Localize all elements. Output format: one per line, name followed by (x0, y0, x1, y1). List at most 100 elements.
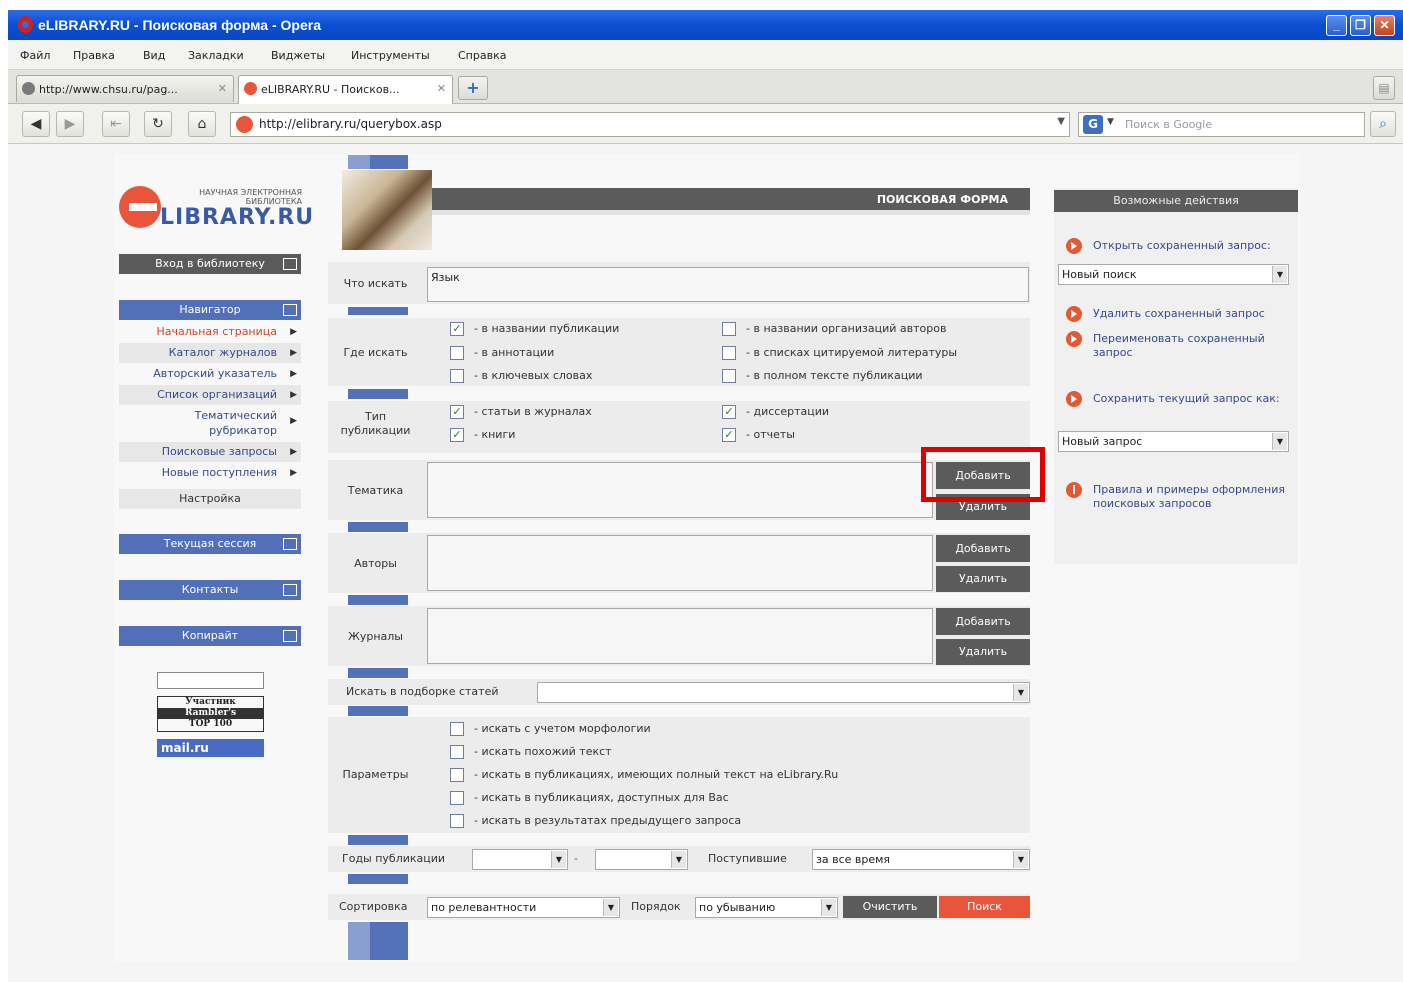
sidebar-item-settings[interactable]: Настройка (119, 489, 301, 509)
save-current-link[interactable]: Сохранить текущий запрос как: (1093, 392, 1283, 406)
address-bar[interactable]: http://elibrary.ru/querybox.asp ▼ (230, 112, 1070, 137)
rules-link[interactable]: Правила и примеры оформления поисковых з… (1093, 483, 1298, 511)
sidebar-item-rubricator[interactable]: Тематический рубрикатор ▶ (119, 406, 301, 440)
sidebar-item-queries[interactable]: Поисковые запросы ▶ (119, 442, 301, 462)
menu-view[interactable]: Вид (143, 49, 165, 62)
where-keywords-checkbox[interactable] (450, 369, 464, 383)
window-titlebar: eLIBRARY.RU - Поисковая форма - Opera _ … (8, 10, 1403, 40)
new-tab-button[interactable]: + (458, 76, 488, 100)
delete-saved-link[interactable]: Удалить сохраненный запрос (1093, 307, 1293, 321)
tab-chsu[interactable]: http://www.chsu.ru/pag... ✕ (16, 75, 234, 102)
session-header[interactable]: Текущая сессия (119, 534, 301, 554)
year-from-select[interactable]: ▼ (472, 849, 568, 870)
collection-select[interactable]: ▼ (537, 682, 1030, 703)
arrow-right-icon (1066, 391, 1082, 407)
collection-label: Искать в подборке статей (346, 685, 499, 698)
where-title-checkbox[interactable]: ✓ (450, 322, 464, 336)
info-icon (1066, 482, 1082, 498)
year-to-select[interactable]: ▼ (595, 849, 688, 870)
chevron-down-icon[interactable]: ▼ (1107, 117, 1114, 127)
logo-brand[interactable]: LIBRARY.RU (160, 205, 314, 230)
journals-list[interactable] (427, 608, 933, 664)
search-icon[interactable]: ⌕ (1370, 111, 1396, 137)
param-similar-checkbox[interactable] (450, 745, 464, 759)
sidebar-item-home[interactable]: Начальная страница ▶ (119, 322, 301, 342)
trash-icon[interactable]: ▤ (1373, 76, 1395, 100)
menu-edit[interactable]: Правка (73, 49, 115, 62)
login-label: Вход в библиотеку (155, 257, 265, 270)
chevron-down-icon[interactable]: ▼ (1057, 116, 1065, 127)
topic-list[interactable] (427, 462, 933, 518)
login-button[interactable]: Вход в библиотеку (119, 254, 301, 274)
where-org-label: - в названии организаций авторов (746, 322, 947, 335)
open-saved-select[interactable]: Новый поиск ▼ (1058, 264, 1289, 285)
menu-widgets[interactable]: Виджеты (271, 49, 325, 62)
search-input[interactable]: G ▼ Поиск в Google (1078, 112, 1365, 137)
tab-label: eLIBRARY.RU - Поисков... (261, 83, 400, 96)
authors-remove-button[interactable]: Удалить (936, 566, 1030, 592)
maximize-icon[interactable]: ❐ (1350, 15, 1371, 36)
header-photo (342, 170, 432, 250)
contacts-header[interactable]: Контакты (119, 580, 301, 600)
sidebar-item-journals[interactable]: Каталог журналов ▶ (119, 343, 301, 363)
authors-add-button[interactable]: Добавить (936, 535, 1030, 562)
authors-list[interactable] (427, 535, 933, 591)
param-fulltext-label: - искать в публикациях, имеющих полный т… (474, 768, 839, 781)
param-available-checkbox[interactable] (450, 791, 464, 805)
param-previous-checkbox[interactable] (450, 814, 464, 828)
where-refs-checkbox[interactable] (722, 346, 736, 360)
rewind-icon[interactable]: ⇤ (102, 111, 130, 137)
where-fulltext-label: - в полном тексте публикации (746, 369, 923, 382)
home-icon[interactable]: ⌂ (188, 111, 216, 137)
back-icon[interactable]: ◀ (22, 111, 50, 137)
type-books-checkbox[interactable]: ✓ (450, 428, 464, 442)
minimize-icon[interactable]: _ (1326, 15, 1347, 36)
close-icon[interactable]: ✕ (1374, 15, 1395, 36)
forward-icon[interactable]: ▶ (56, 111, 84, 137)
type-reports-checkbox[interactable]: ✓ (722, 428, 736, 442)
address-url: http://elibrary.ru/querybox.asp (259, 117, 442, 131)
type-articles-checkbox[interactable]: ✓ (450, 405, 464, 419)
sort-select[interactable]: по релевантности ▼ (427, 897, 620, 918)
what-textarea[interactable]: Язык (427, 267, 1029, 302)
order-select[interactable]: по убыванию ▼ (695, 897, 838, 918)
mailru-badge[interactable]: mail.ru (157, 739, 264, 757)
journals-add-button[interactable]: Добавить (936, 608, 1030, 635)
google-search-icon[interactable]: G (1083, 115, 1103, 134)
menu-tools[interactable]: Инструменты (351, 49, 430, 62)
menu-bookmarks[interactable]: Закладки (188, 49, 244, 62)
copyright-header[interactable]: Копирайт (119, 626, 301, 646)
logo-subtitle: НАУЧНАЯ ЭЛЕКТРОННАЯ БИБЛИОТЕКА (150, 188, 302, 206)
sidebar-item-authors[interactable]: Авторский указатель ▶ (119, 364, 301, 384)
menu-file[interactable]: Файл (20, 49, 50, 62)
tab-elibrary[interactable]: eLIBRARY.RU - Поисков... ✕ (238, 75, 453, 104)
reload-icon[interactable]: ↻ (144, 111, 172, 137)
close-tab-icon[interactable]: ✕ (218, 82, 227, 95)
where-abstract-checkbox[interactable] (450, 346, 464, 360)
sidebar-item-new[interactable]: Новые поступления ▶ (119, 463, 301, 483)
where-keywords-label: - в ключевых словах (474, 369, 593, 382)
journals-remove-button[interactable]: Удалить (936, 639, 1030, 665)
close-tab-icon[interactable]: ✕ (437, 82, 446, 95)
clear-button[interactable]: Очистить (843, 896, 937, 918)
type-dissertations-checkbox[interactable]: ✓ (722, 405, 736, 419)
save-current-select[interactable]: Новый запрос ▼ (1058, 431, 1289, 452)
menu-help[interactable]: Справка (458, 49, 506, 62)
open-saved-value: Новый поиск (1062, 268, 1137, 281)
received-select[interactable]: за все время ▼ (812, 849, 1030, 870)
rename-saved-link[interactable]: Переименовать сохраненный запрос (1093, 332, 1293, 360)
param-fulltext-checkbox[interactable] (450, 768, 464, 782)
search-button[interactable]: Поиск (939, 896, 1030, 918)
param-morphology-checkbox[interactable] (450, 722, 464, 736)
order-label: Порядок (631, 900, 681, 913)
decor-stripe (348, 835, 408, 845)
row-type (328, 401, 1030, 453)
decor-stripe (348, 706, 408, 716)
navigator-header[interactable]: Навигатор (119, 300, 301, 320)
where-fulltext-checkbox[interactable] (722, 369, 736, 383)
where-org-checkbox[interactable] (722, 322, 736, 336)
open-saved-link[interactable]: Открыть сохраненный запрос: (1093, 239, 1293, 253)
rambler-top100-badge[interactable]: Участник Rambler's TOP 100 (157, 696, 264, 732)
sidebar-item-organizations[interactable]: Список организаций ▶ (119, 385, 301, 405)
chevron-right-icon: ▶ (290, 369, 297, 379)
